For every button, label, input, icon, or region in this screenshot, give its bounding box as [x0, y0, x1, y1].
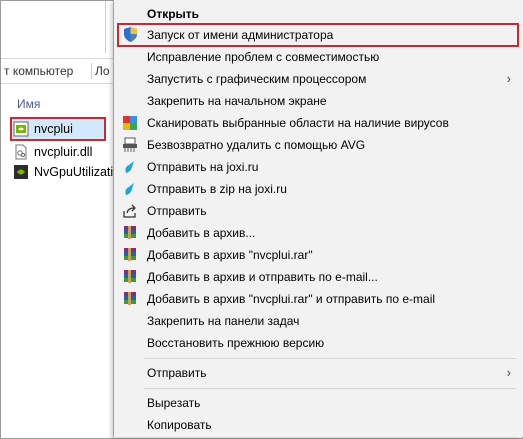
menu-item-label: Отправить в zip на joxi.ru: [147, 182, 287, 196]
joxi-icon: [122, 159, 138, 175]
menu-separator: [144, 388, 516, 389]
menu-item-label: Отправить на joxi.ru: [147, 160, 259, 174]
menu-item-add-archive-named-email[interactable]: Добавить в архив "nvcplui.rar" и отправи…: [114, 288, 523, 310]
menu-item-send-zip-joxi[interactable]: Отправить в zip на joxi.ru: [114, 178, 523, 200]
menu-item-label: Исправление проблем с совместимостью: [147, 50, 380, 64]
name-column-header[interactable]: Имя: [17, 97, 40, 111]
address-divider: [91, 63, 92, 79]
menu-item-label: Добавить в архив...: [147, 226, 256, 240]
menu-item-add-archive-named[interactable]: Добавить в архив "nvcplui.rar": [114, 244, 523, 266]
menu-item-label: Добавить в архив и отправить по e-mail..…: [147, 270, 378, 284]
menu-item-label: Запуск от имени администратора: [147, 28, 334, 42]
shredder-icon: [122, 137, 138, 153]
menu-item-avg-shred[interactable]: Безвозвратно удалить с помощью AVG: [114, 134, 523, 156]
ribbon-divider: [105, 1, 106, 53]
menu-item-add-archive-email[interactable]: Добавить в архив и отправить по e-mail..…: [114, 266, 523, 288]
file-name: nvcpluir.dll: [34, 145, 93, 159]
chevron-right-icon: ›: [506, 365, 511, 380]
menu-item-copy[interactable]: Копировать: [114, 414, 523, 436]
menu-item-restore-previous[interactable]: Восстановить прежнюю версию: [114, 332, 523, 354]
chevron-right-icon: ›: [506, 71, 511, 86]
dll-file-icon: [13, 144, 29, 160]
file-name: NvGpuUtilizatio: [34, 165, 121, 179]
menu-item-add-archive[interactable]: Добавить в архив...: [114, 222, 523, 244]
winrar-icon: [122, 291, 138, 307]
uac-shield-icon: [122, 27, 138, 43]
context-menu: Открыть Запуск от имени администратора И…: [113, 0, 523, 437]
joxi-icon: [122, 181, 138, 197]
nvidia-app-icon: [13, 164, 29, 180]
share-icon: [122, 203, 138, 219]
menu-item-label: Отправить: [147, 204, 207, 218]
menu-item-label: Отправить: [147, 366, 207, 380]
menu-item-avg-scan[interactable]: Сканировать выбранные области на наличие…: [114, 112, 523, 134]
menu-item-label: Добавить в архив "nvcplui.rar": [147, 248, 313, 262]
winrar-icon: [122, 247, 138, 263]
menu-item-send-joxi[interactable]: Отправить на joxi.ru: [114, 156, 523, 178]
menu-item-label: Запустить с графическим процессором: [147, 72, 367, 86]
menu-item-pin-start[interactable]: Закрепить на начальном экране: [114, 90, 523, 112]
menu-item-run-with-gpu[interactable]: Запустить с графическим процессором ›: [114, 68, 523, 90]
menu-item-label: Закрепить на начальном экране: [147, 94, 327, 108]
menu-item-pin-taskbar[interactable]: Закрепить на панели задач: [114, 310, 523, 332]
file-name: nvcplui: [34, 122, 73, 136]
menu-item-label: Открыть: [147, 7, 200, 21]
winrar-icon: [122, 269, 138, 285]
nvidia-exe-icon: [13, 121, 29, 137]
address-path-tail: Ло: [95, 64, 110, 78]
menu-item-label: Закрепить на панели задач: [147, 314, 300, 328]
menu-item-share[interactable]: Отправить: [114, 200, 523, 222]
menu-item-label: Восстановить прежнюю версию: [147, 336, 325, 350]
menu-item-label: Безвозвратно удалить с помощью AVG: [147, 138, 366, 152]
avg-scan-icon: [122, 115, 138, 131]
menu-item-open[interactable]: Открыть: [114, 3, 523, 25]
menu-separator: [144, 358, 516, 359]
menu-item-label: Добавить в архив "nvcplui.rar" и отправи…: [147, 292, 436, 306]
menu-item-label: Сканировать выбранные области на наличие…: [147, 116, 449, 130]
file-explorer: т компьютер Ло Имя nvcplui nvcpluir.dll …: [1, 1, 131, 437]
menu-item-run-as-admin[interactable]: Запуск от имени администратора: [114, 24, 523, 46]
ribbon-area: [1, 1, 131, 53]
menu-item-send-to[interactable]: Отправить ›: [114, 362, 523, 384]
menu-item-label: Вырезать: [147, 396, 201, 410]
menu-item-troubleshoot-compat[interactable]: Исправление проблем с совместимостью: [114, 46, 523, 68]
winrar-icon: [122, 225, 138, 241]
menu-item-label: Копировать: [147, 418, 212, 432]
menu-item-cut[interactable]: Вырезать: [114, 392, 523, 414]
address-path: т компьютер: [4, 64, 74, 78]
address-bar[interactable]: т компьютер Ло: [1, 58, 131, 84]
